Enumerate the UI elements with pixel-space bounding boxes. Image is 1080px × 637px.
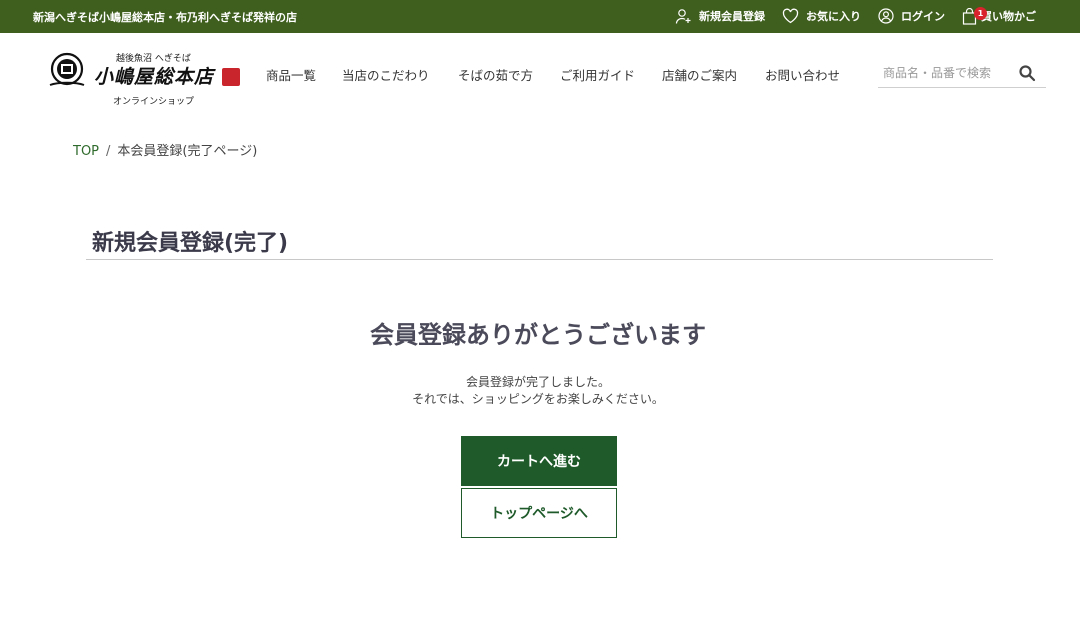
- register-label: 新規会員登録: [699, 10, 765, 23]
- register-link[interactable]: 新規会員登録: [675, 6, 765, 26]
- site-tagline: 新潟へぎそば小嶋屋総本店・布乃利へぎそば発祥の店: [33, 11, 297, 24]
- breadcrumb-top-link[interactable]: TOP: [73, 144, 99, 159]
- user-add-icon: [675, 8, 691, 24]
- completion-message-line2: それでは、ショッピングをお楽しみください。: [412, 392, 664, 406]
- thanks-heading: 会員登録ありがとうございます: [370, 321, 706, 349]
- page-title: 新規会員登録(完了): [92, 231, 289, 256]
- search-input[interactable]: [883, 63, 1013, 83]
- top-bar: 新潟へぎそば小嶋屋総本店・布乃利へぎそば発祥の店 新規会員登録 お気に入り ログ…: [0, 0, 1080, 33]
- search-icon[interactable]: [1018, 64, 1036, 82]
- breadcrumb-separator: /: [106, 144, 111, 159]
- nav-item-store-info[interactable]: 店舗のご案内: [662, 65, 737, 84]
- nav-item-boiling-guide[interactable]: そばの茹で方: [458, 65, 533, 84]
- logo-emblem-icon: [49, 52, 85, 86]
- title-divider: [86, 259, 993, 260]
- cart-label: 買い物かご: [981, 10, 1036, 23]
- login-link[interactable]: ログイン: [878, 6, 945, 26]
- site-logo[interactable]: 越後魚沼 へぎそば 小嶋屋総本店 オンラインショップ: [44, 48, 244, 108]
- favorites-label: お気に入り: [806, 10, 861, 23]
- favorites-link[interactable]: お気に入り: [782, 6, 861, 26]
- breadcrumb-current: 本会員登録(完了ページ): [117, 144, 258, 159]
- cart-link[interactable]: 1 買い物かご: [962, 6, 1036, 26]
- nav-item-products[interactable]: 商品一覧: [266, 65, 316, 84]
- heart-icon: [782, 8, 799, 24]
- go-to-top-page-button[interactable]: トップページへ: [461, 488, 617, 538]
- cart-count-badge: 1: [974, 7, 987, 20]
- logo-seal-icon: [222, 68, 240, 86]
- breadcrumb: TOP / 本会員登録(完了ページ): [73, 140, 257, 159]
- completion-message-line1: 会員登録が完了しました。: [465, 375, 610, 389]
- proceed-to-cart-button[interactable]: カートへ進む: [461, 436, 617, 486]
- logo-subtitle: オンラインショップ: [113, 97, 195, 107]
- nav-item-usage-guide[interactable]: ご利用ガイド: [560, 65, 635, 84]
- logo-name: 小嶋屋総本店: [94, 66, 215, 88]
- search-box: [878, 58, 1046, 88]
- login-label: ログイン: [901, 10, 945, 23]
- account-icon: [878, 8, 894, 24]
- nav-item-contact[interactable]: お問い合わせ: [765, 65, 840, 84]
- nav-item-commitment[interactable]: 当店のこだわり: [342, 65, 430, 84]
